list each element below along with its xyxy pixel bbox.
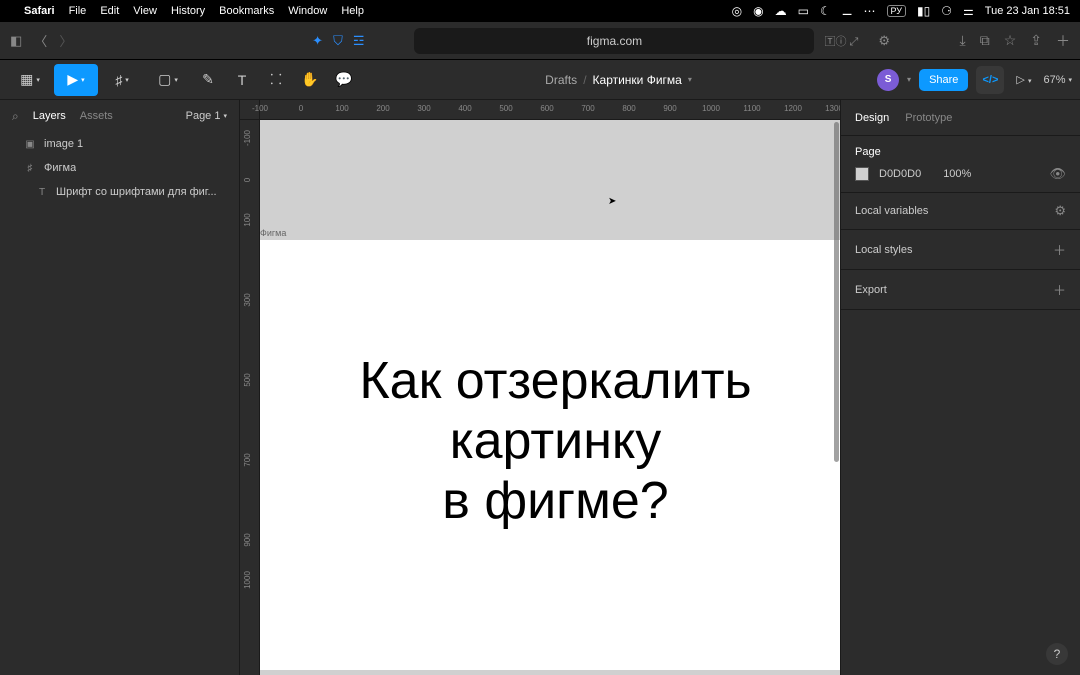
new-tab-icon[interactable]: ＋ xyxy=(1056,31,1070,51)
move-tool[interactable]: ▶▾ xyxy=(54,64,98,96)
tab-prototype[interactable]: Prototype xyxy=(905,112,952,124)
back-button[interactable]: 〈 xyxy=(34,31,47,50)
share-button[interactable]: Share xyxy=(919,69,968,91)
ruler-horizontal: -100010020030040050060070080090010001100… xyxy=(260,100,840,120)
add-export-icon[interactable]: ＋ xyxy=(1053,280,1066,299)
page-opacity-value[interactable]: 100% xyxy=(943,168,971,180)
layer-item-image[interactable]: ▣ image 1 xyxy=(0,132,239,156)
search-icon[interactable]: ⌕ xyxy=(12,109,19,124)
url-text: figma.com xyxy=(587,34,642,48)
app-name[interactable]: Safari xyxy=(24,5,55,17)
share-icon[interactable]: ⇪ xyxy=(1030,32,1042,49)
cursor-icon: ➤ xyxy=(608,196,616,207)
tab-layers[interactable]: Layers xyxy=(33,110,66,122)
scrollbar-vertical[interactable] xyxy=(834,122,839,462)
menu-file[interactable]: File xyxy=(69,5,87,17)
main-menu-button[interactable]: ▦▾ xyxy=(8,64,52,96)
local-styles-title: Local styles xyxy=(855,244,912,256)
resources-tool[interactable]: ⸬ xyxy=(260,64,292,96)
menu-window[interactable]: Window xyxy=(288,5,327,17)
frame-text[interactable]: Как отзеркалитькартинкув фигме? xyxy=(260,352,840,531)
image-layer-icon: ▣ xyxy=(24,139,36,150)
shortcuts-icon[interactable]: ◉ xyxy=(753,4,763,18)
menu-edit[interactable]: Edit xyxy=(100,5,119,17)
ruler-vertical: -10001003005007009001000 xyxy=(240,120,260,675)
add-style-icon[interactable]: ＋ xyxy=(1053,240,1066,259)
shape-tool[interactable]: ▢▾ xyxy=(146,64,190,96)
frame-label[interactable]: Фигма xyxy=(260,228,286,238)
avatar-chevron-icon[interactable]: ▾ xyxy=(907,75,911,84)
battery-icon[interactable]: ▮▯ xyxy=(917,4,930,18)
forward-button[interactable]: 〉 xyxy=(59,31,72,50)
input-language[interactable]: РУ xyxy=(887,5,907,17)
frame-layer-icon: ♯ xyxy=(24,163,36,174)
layer-item-frame[interactable]: ♯ Фигма xyxy=(0,156,239,180)
frame-tool[interactable]: ♯▾ xyxy=(100,64,144,96)
layers-panel: ⌕ Layers Assets Page 1▾ ▣ image 1 ♯ Фигм… xyxy=(0,100,240,675)
figma-toolbar: ▦▾ ▶▾ ♯▾ ▢▾ ✎ T ⸬ ✋ 💬 Drafts / Картинки … xyxy=(0,60,1080,100)
text-layer-icon: T xyxy=(36,187,48,198)
avatar[interactable]: S xyxy=(877,69,899,91)
dots-icon[interactable]: ⋯ xyxy=(864,4,876,18)
page-section-title: Page xyxy=(855,146,1066,158)
layer-item-text[interactable]: T Шрифт со шрифтами для фиг... xyxy=(0,180,239,204)
page-selector[interactable]: Page 1▾ xyxy=(186,110,227,122)
translate-icon[interactable]: ☲ xyxy=(353,33,365,49)
cloud-icon[interactable]: ☁ xyxy=(775,4,787,18)
menu-view[interactable]: View xyxy=(133,5,157,17)
breadcrumb[interactable]: Drafts / Картинки Фигма ▾ xyxy=(545,73,692,87)
settings-gear-icon[interactable]: ⚙ xyxy=(878,33,890,49)
dev-mode-button[interactable]: </> xyxy=(976,66,1004,94)
menu-history[interactable]: History xyxy=(171,5,205,17)
text-tool[interactable]: T xyxy=(226,64,258,96)
zoom-control[interactable]: 67%▾ xyxy=(1043,74,1072,86)
export-title: Export xyxy=(855,284,887,296)
datetime[interactable]: Tue 23 Jan 18:51 xyxy=(985,5,1070,17)
bookmark-icon[interactable]: ☆ xyxy=(1004,32,1017,49)
tab-assets[interactable]: Assets xyxy=(80,110,113,122)
tab-design[interactable]: Design xyxy=(855,112,889,124)
menu-help[interactable]: Help xyxy=(341,5,364,17)
status-icon[interactable]: ◎ xyxy=(732,4,742,18)
comment-tool[interactable]: 💬 xyxy=(328,64,360,96)
display-icon[interactable]: ▭ xyxy=(798,4,809,18)
page-color-swatch[interactable] xyxy=(855,167,869,181)
shield-icon[interactable]: ⛉ xyxy=(333,33,343,49)
control-center-icon[interactable]: ⚌ xyxy=(963,4,974,18)
macos-menubar: Safari File Edit View History Bookmarks … xyxy=(0,0,1080,22)
design-panel: Design Prototype Page D0D0D0 100% 👁 Loca… xyxy=(840,100,1080,675)
breadcrumb-file: Картинки Фигма xyxy=(593,73,682,87)
help-button[interactable]: ? xyxy=(1046,643,1068,665)
variables-settings-icon[interactable]: ⚙ xyxy=(1054,203,1066,219)
present-button[interactable]: ▷ ▾ xyxy=(1016,73,1031,86)
page-color-value[interactable]: D0D0D0 xyxy=(879,168,921,180)
canvas[interactable]: -100010020030040050060070080090010001100… xyxy=(240,100,840,675)
download-icon[interactable]: ⤓ xyxy=(960,32,966,49)
bluetooth-icon[interactable]: ⚊ xyxy=(842,4,853,18)
frame-figma[interactable]: Как отзеркалитькартинкув фигме? xyxy=(260,240,840,670)
hand-tool[interactable]: ✋ xyxy=(294,64,326,96)
tracker-icon[interactable]: ✦ xyxy=(312,33,323,49)
copy-icon[interactable]: ⧉ xyxy=(980,32,990,49)
sidebar-toggle-icon[interactable]: ◧ xyxy=(10,33,22,49)
breadcrumb-root: Drafts xyxy=(545,73,577,87)
safari-toolbar: ◧ 〈 〉 ✦ ⛉ ☲ figma.com 🅃ⓘ ⤢ ⚙ ⤓ ⧉ ☆ ⇪ ＋ xyxy=(0,22,1080,60)
menu-bookmarks[interactable]: Bookmarks xyxy=(219,5,274,17)
local-variables-title: Local variables xyxy=(855,205,928,217)
dnd-icon[interactable]: ☾ xyxy=(820,4,831,18)
wifi-icon[interactable]: ⚆ xyxy=(941,4,952,18)
url-bar[interactable]: figma.com xyxy=(414,28,814,54)
visibility-icon[interactable]: 👁 xyxy=(1049,166,1066,182)
pen-tool[interactable]: ✎ xyxy=(192,64,224,96)
reader-icon[interactable]: 🅃ⓘ ⤢ xyxy=(824,33,858,49)
